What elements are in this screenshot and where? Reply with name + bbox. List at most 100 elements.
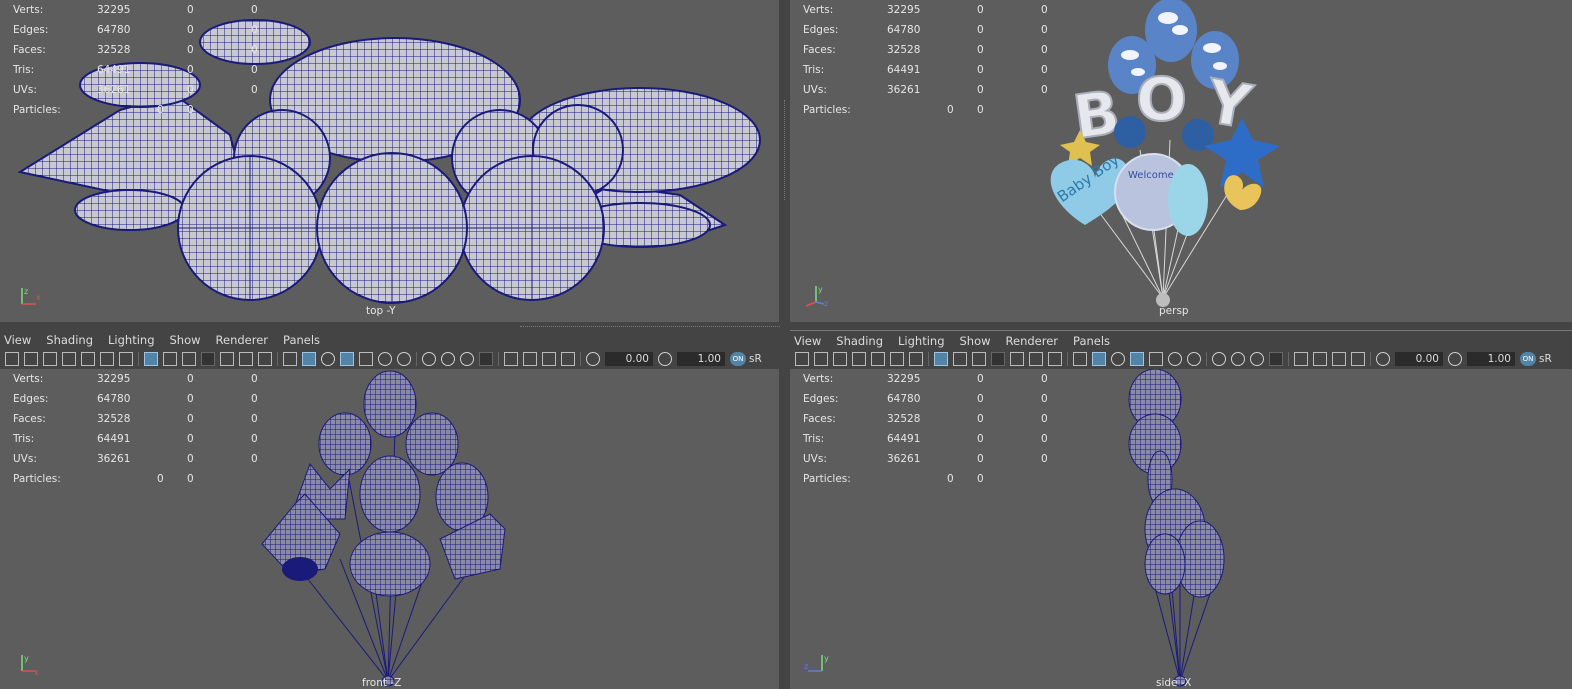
xray-icon[interactable]	[523, 352, 537, 366]
camera-label: top -Y	[366, 305, 396, 317]
gamma-field[interactable]: 1.00	[1467, 352, 1515, 366]
color-management-toggle[interactable]: ON	[730, 352, 746, 366]
shadows-icon[interactable]	[1187, 352, 1201, 366]
shadows-icon[interactable]	[397, 352, 411, 366]
exposure-icon[interactable]	[586, 352, 600, 366]
color-management-toggle[interactable]: ON	[1520, 352, 1536, 366]
xray-joints-icon[interactable]	[542, 352, 556, 366]
axis-gizmo-icon: yx	[21, 654, 39, 675]
film-gate-icon[interactable]	[953, 352, 967, 366]
smooth-shade-icon[interactable]	[302, 352, 316, 366]
motion-blur-icon[interactable]	[441, 352, 455, 366]
hud-particles-row: Particles: 0 0	[803, 473, 984, 485]
hud-tris-row: Tris: 64491 0 0	[13, 433, 258, 445]
menu-renderer[interactable]: Renderer	[216, 333, 269, 347]
gamma-field[interactable]: 1.00	[677, 352, 725, 366]
viewport-front[interactable]: Verts: 32295 0 0 Edges: 64780 0 0 Faces: 32528 0…	[0, 369, 779, 689]
xray-components-icon[interactable]	[1351, 352, 1365, 366]
viewport-side[interactable]: Verts: 32295 0 0 Edges: 64780 0 0 Faces: 32528 0…	[790, 369, 1572, 689]
hud-edges-row: Edges: 64780 0 0	[803, 24, 1048, 36]
screen-space-ao-icon[interactable]	[422, 352, 436, 366]
exposure-field[interactable]: 0.00	[605, 352, 653, 366]
svg-text:x: x	[34, 668, 39, 675]
grease-pencil-icon[interactable]	[119, 352, 133, 366]
field-chart-icon[interactable]	[1010, 352, 1024, 366]
2d-pan-zoom-icon[interactable]	[100, 352, 114, 366]
depth-of-field-icon[interactable]	[479, 352, 493, 366]
image-plane-icon[interactable]	[871, 352, 885, 366]
view-transform-label[interactable]: sR	[1539, 353, 1552, 365]
menu-lighting[interactable]: Lighting	[898, 334, 944, 348]
xray-icon[interactable]	[1313, 352, 1327, 366]
viewport-top[interactable]: Verts: 32295 0 0 Edges: 64780 0 0 Faces: 32528 0…	[0, 0, 779, 322]
xray-joints-icon[interactable]	[1332, 352, 1346, 366]
camera-lock-icon[interactable]	[833, 352, 847, 366]
bookmark-icon[interactable]	[852, 352, 866, 366]
menu-show[interactable]: Show	[960, 334, 991, 348]
default-material-icon[interactable]	[321, 352, 335, 366]
panel-toolbar-left: 0.00 1.00 ON sR	[0, 349, 779, 369]
camera-icon[interactable]	[795, 352, 809, 366]
viewport-splitter-horizontal[interactable]	[0, 322, 1572, 330]
safe-action-icon[interactable]	[239, 352, 253, 366]
motion-blur-icon[interactable]	[1231, 352, 1245, 366]
hud-faces-row: Faces: 32528 0 0	[13, 413, 258, 425]
field-chart-icon[interactable]	[220, 352, 234, 366]
menu-view[interactable]: View	[4, 333, 31, 347]
wireframe-icon[interactable]	[283, 352, 297, 366]
viewport-splitter-vertical[interactable]	[779, 0, 790, 689]
safe-action-icon[interactable]	[1029, 352, 1043, 366]
textured-icon[interactable]	[1149, 352, 1163, 366]
menu-show[interactable]: Show	[170, 333, 201, 347]
camera-attributes-icon[interactable]	[814, 352, 828, 366]
wireframe-on-shaded-icon[interactable]	[340, 352, 354, 366]
camera-label: front -Z	[362, 677, 402, 689]
menu-view[interactable]: View	[794, 334, 821, 348]
default-material-icon[interactable]	[1111, 352, 1125, 366]
multisample-aa-icon[interactable]	[460, 352, 474, 366]
isolate-select-icon[interactable]	[504, 352, 518, 366]
exposure-field[interactable]: 0.00	[1395, 352, 1443, 366]
view-transform-label[interactable]: sR	[749, 353, 762, 365]
menu-lighting[interactable]: Lighting	[108, 333, 154, 347]
poly-count-hud: Verts: 32295 0 0 Edges: 64780 0 0 Faces: 32528 0…	[803, 369, 1063, 489]
image-plane-icon[interactable]	[81, 352, 95, 366]
gamma-icon[interactable]	[658, 352, 672, 366]
lights-icon[interactable]	[1168, 352, 1182, 366]
screen-space-ao-icon[interactable]	[1212, 352, 1226, 366]
wireframe-icon[interactable]	[1073, 352, 1087, 366]
grid-icon[interactable]	[144, 352, 158, 366]
textured-icon[interactable]	[359, 352, 373, 366]
xray-components-icon[interactable]	[561, 352, 575, 366]
wireframe-on-shaded-icon[interactable]	[1130, 352, 1144, 366]
menu-shading[interactable]: Shading	[46, 333, 93, 347]
multisample-aa-icon[interactable]	[1250, 352, 1264, 366]
safe-title-icon[interactable]	[258, 352, 272, 366]
gate-mask-icon[interactable]	[991, 352, 1005, 366]
menu-panels[interactable]: Panels	[283, 333, 320, 347]
resolution-gate-icon[interactable]	[972, 352, 986, 366]
svg-text:z: z	[24, 287, 28, 296]
resolution-gate-icon[interactable]	[182, 352, 196, 366]
depth-of-field-icon[interactable]	[1269, 352, 1283, 366]
2d-pan-zoom-icon[interactable]	[890, 352, 904, 366]
gate-mask-icon[interactable]	[201, 352, 215, 366]
lights-icon[interactable]	[378, 352, 392, 366]
exposure-icon[interactable]	[1376, 352, 1390, 366]
gamma-icon[interactable]	[1448, 352, 1462, 366]
camera-icon[interactable]	[5, 352, 19, 366]
camera-lock-icon[interactable]	[43, 352, 57, 366]
smooth-shade-icon[interactable]	[1092, 352, 1106, 366]
camera-attributes-icon[interactable]	[24, 352, 38, 366]
grid-icon[interactable]	[934, 352, 948, 366]
isolate-select-icon[interactable]	[1294, 352, 1308, 366]
menu-panels[interactable]: Panels	[1073, 334, 1110, 348]
bookmark-icon[interactable]	[62, 352, 76, 366]
viewport-persp[interactable]: B O Y Baby Boy Welcome Verts: 32295 0 0 Edg…	[790, 0, 1572, 322]
hud-verts-row: Verts: 32295 0 0	[13, 4, 258, 16]
safe-title-icon[interactable]	[1048, 352, 1062, 366]
menu-shading[interactable]: Shading	[836, 334, 883, 348]
menu-renderer[interactable]: Renderer	[1006, 334, 1059, 348]
grease-pencil-icon[interactable]	[909, 352, 923, 366]
film-gate-icon[interactable]	[163, 352, 177, 366]
